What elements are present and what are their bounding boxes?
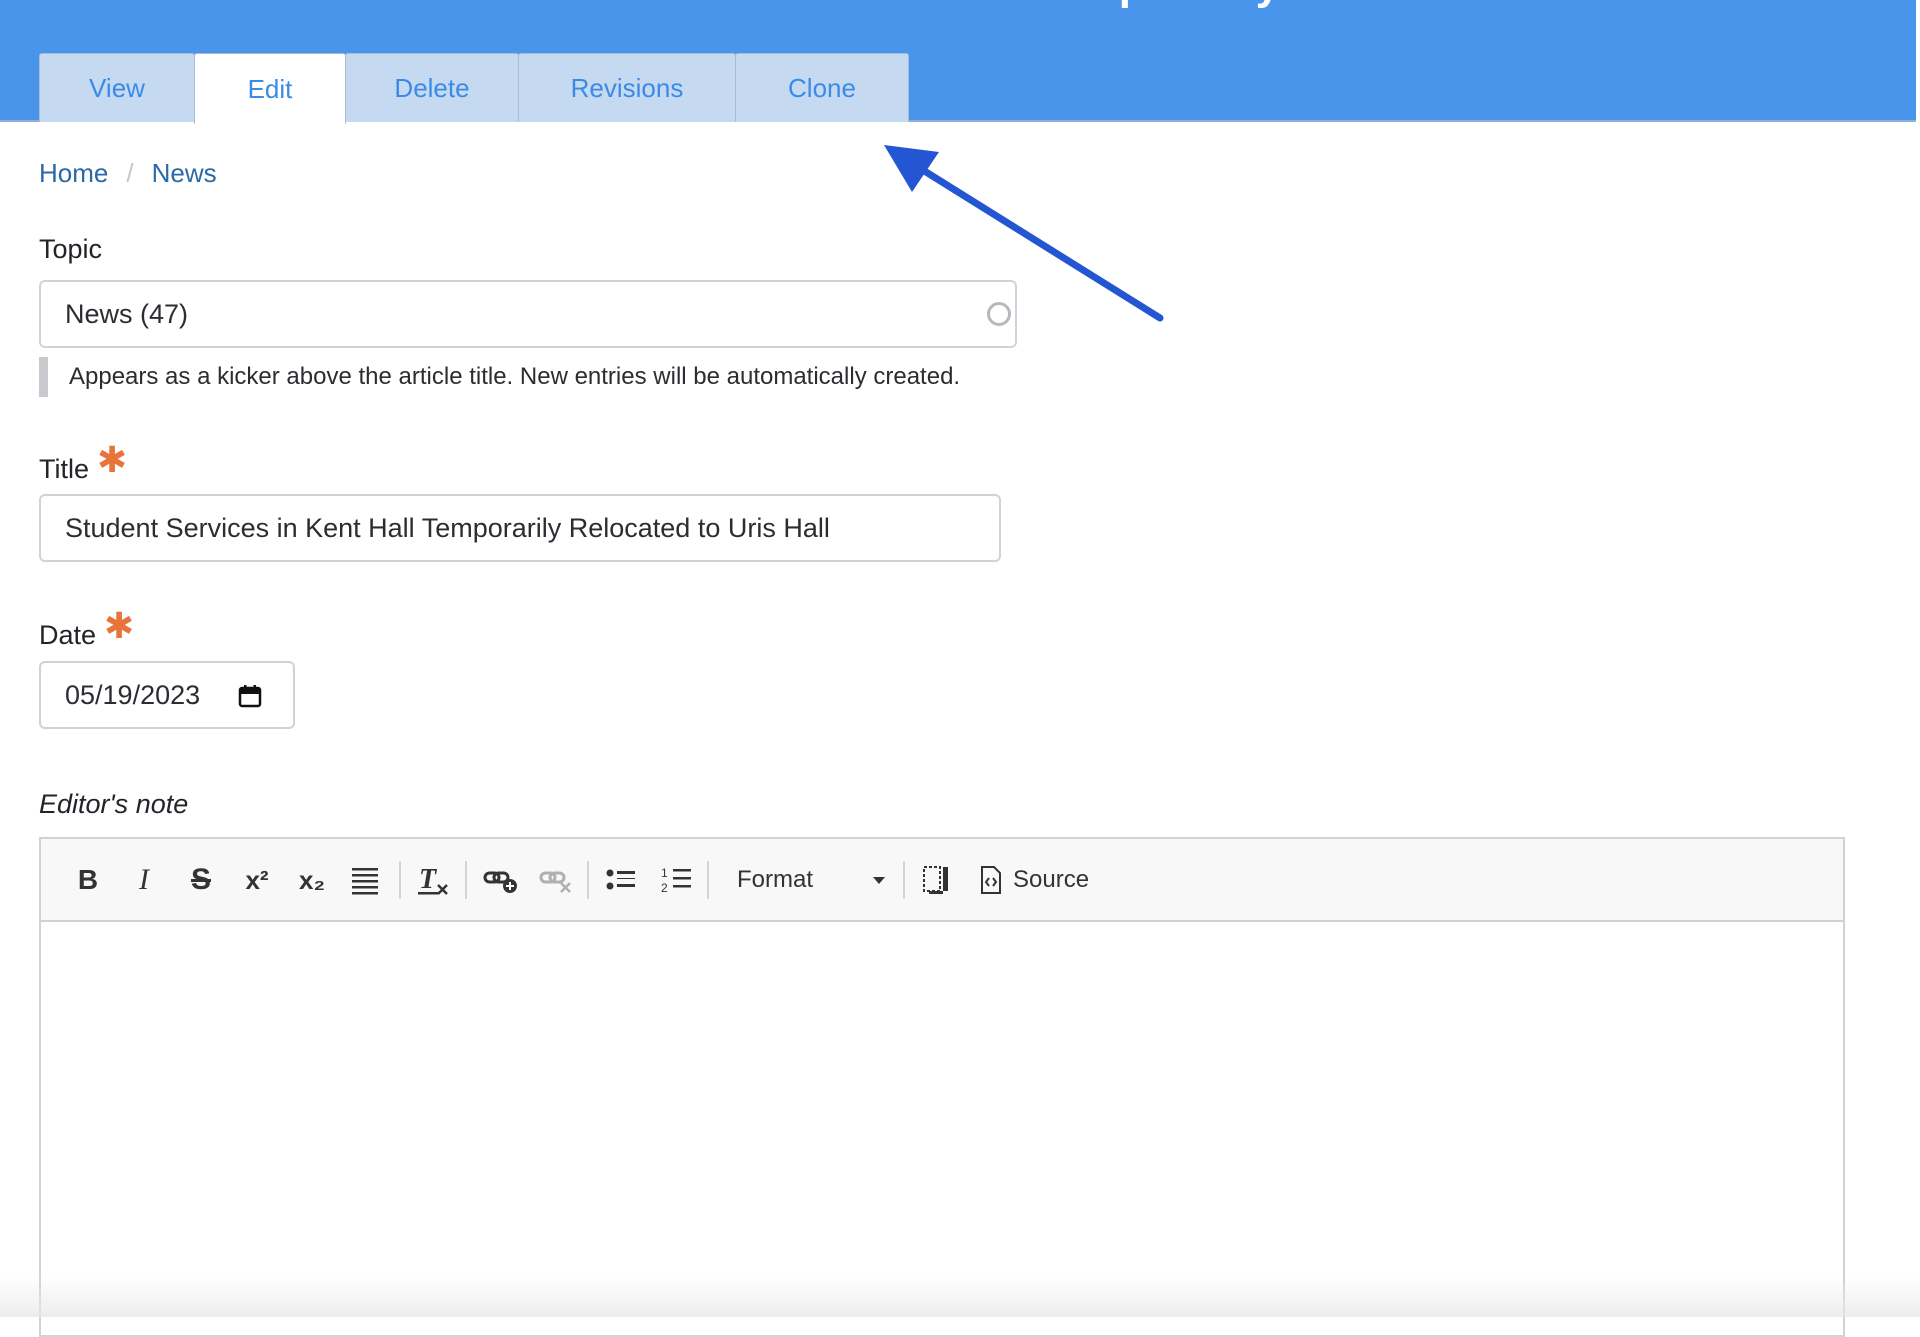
page-header: Edit News Article Student Services in Ke… xyxy=(0,0,1916,124)
source-button[interactable]: Source xyxy=(979,863,1099,897)
svg-text:2: 2 xyxy=(661,881,668,895)
date-label-text: Date xyxy=(39,620,97,650)
local-tasks-tabs: View Edit Delete Revisions Clone xyxy=(39,53,909,124)
toolbar-separator xyxy=(903,861,905,899)
subscript-button[interactable]: x₂ xyxy=(294,863,330,897)
toolbar-separator xyxy=(465,861,467,899)
required-asterisk-icon: ✱ xyxy=(97,439,128,480)
editor-content-area[interactable] xyxy=(41,924,1843,1335)
tab-delete[interactable]: Delete xyxy=(345,53,519,122)
bold-button[interactable]: B xyxy=(73,863,103,897)
tab-view[interactable]: View xyxy=(39,53,195,122)
superscript-button[interactable]: x² xyxy=(239,863,275,897)
chevron-down-icon xyxy=(873,876,885,884)
remove-format-icon[interactable]: T xyxy=(415,863,451,897)
topic-help-text: Appears as a kicker above the article ti… xyxy=(39,357,960,397)
topic-value: News (47) xyxy=(65,298,189,329)
page-title: Edit News Article Student Services in Ke… xyxy=(38,0,1747,10)
toolbar-separator xyxy=(399,861,401,899)
topic-input[interactable]: News (47) xyxy=(39,280,1017,348)
format-dropdown[interactable]: Format xyxy=(725,863,885,897)
header-edge xyxy=(1916,30,1920,122)
editors-note-label-text: Editor's note xyxy=(39,789,189,819)
bottom-fade xyxy=(0,1277,1920,1317)
show-blocks-icon[interactable] xyxy=(919,863,953,897)
date-label: Date ✱ xyxy=(39,605,134,653)
required-asterisk-icon: ✱ xyxy=(104,605,135,646)
title-input[interactable]: Student Services in Kent Hall Temporaril… xyxy=(39,494,1001,562)
strikethrough-button[interactable]: S xyxy=(184,863,218,897)
bulleted-list-icon[interactable] xyxy=(603,863,639,897)
unlink-icon[interactable] xyxy=(537,863,577,897)
numbered-list-icon[interactable]: 1 2 xyxy=(659,863,695,897)
calendar-icon[interactable] xyxy=(237,683,263,716)
topic-label-text: Topic xyxy=(39,234,103,264)
title-label: Title ✱ xyxy=(39,439,127,487)
breadcrumb-separator: / xyxy=(126,158,134,188)
tab-clone[interactable]: Clone xyxy=(735,53,909,122)
toolbar-separator xyxy=(587,861,589,899)
editor-toolbar: B I S x² x₂ T 1 2 Format Source xyxy=(41,839,1843,922)
source-label: Source xyxy=(1013,866,1090,893)
svg-text:T: T xyxy=(419,864,438,895)
breadcrumb-news[interactable]: News xyxy=(152,158,217,189)
date-input[interactable]: 05/19/2023 xyxy=(39,661,295,729)
rich-text-editor: B I S x² x₂ T 1 2 Format Source xyxy=(39,837,1845,1337)
toolbar-separator xyxy=(707,861,709,899)
autocomplete-throbber-icon xyxy=(987,302,1011,326)
editors-note-label: Editor's note xyxy=(39,789,188,820)
italic-button[interactable]: I xyxy=(129,863,159,897)
breadcrumb: Home / News xyxy=(39,158,217,189)
tab-edit[interactable]: Edit xyxy=(194,53,346,124)
format-dropdown-label: Format xyxy=(737,866,814,893)
source-icon xyxy=(981,866,1001,894)
title-label-text: Title xyxy=(39,454,90,484)
justify-icon[interactable] xyxy=(349,863,381,897)
svg-text:1: 1 xyxy=(661,866,668,880)
tab-revisions[interactable]: Revisions xyxy=(518,53,736,122)
link-icon[interactable] xyxy=(481,863,521,897)
date-value: 05/19/2023 xyxy=(65,679,201,710)
topic-help-label: Appears as a kicker above the article ti… xyxy=(69,363,961,390)
breadcrumb-home[interactable]: Home xyxy=(39,158,108,189)
topic-label: Topic xyxy=(39,234,102,265)
title-value: Student Services in Kent Hall Temporaril… xyxy=(65,512,830,543)
